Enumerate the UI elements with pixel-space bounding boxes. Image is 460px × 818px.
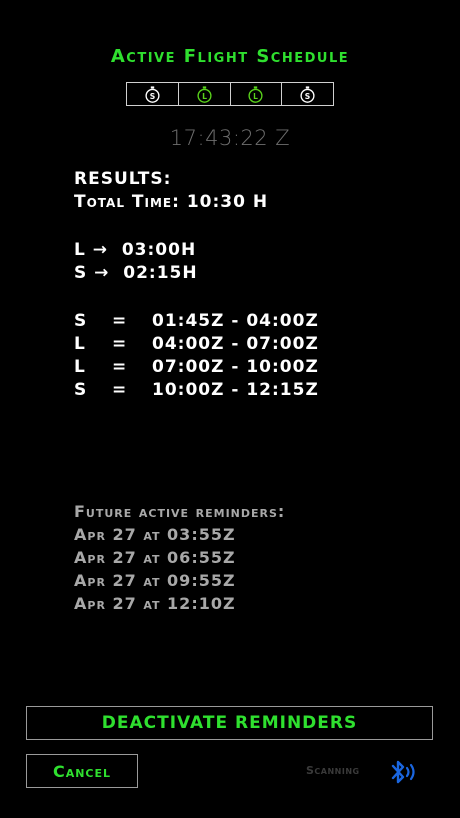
summary-long: L → 03:00H [74, 240, 197, 260]
reminder-item: Apr 27 at 06:55Z [74, 548, 236, 567]
segment-range: 07:00Z - 10:00Z [152, 357, 319, 377]
reminder-item: Apr 27 at 03:55Z [74, 525, 236, 544]
stopwatch-short-icon: S [300, 85, 315, 103]
segment-row: S = 10:00Z - 12:15Z [74, 379, 319, 402]
segment-eq: = [112, 334, 128, 354]
scanning-status: Scanning [306, 764, 360, 777]
results-panel: RESULTS: Total Time: 10:30 H L → 03:00H … [74, 168, 319, 402]
segment-type: S [74, 311, 88, 331]
segment-row: L = 07:00Z - 10:00Z [74, 356, 319, 379]
leg-cell: S [127, 83, 179, 105]
segment-eq: = [112, 380, 128, 400]
leg-letter: L [202, 91, 207, 100]
segment-type: S [74, 380, 88, 400]
leg-cell: L [179, 83, 231, 105]
segment-row: S = 01:45Z - 04:00Z [74, 310, 319, 333]
total-time: Total Time: 10:30 H [74, 192, 269, 212]
segment-range: 10:00Z - 12:15Z [152, 380, 319, 400]
segment-type: L [74, 334, 86, 354]
zulu-clock: 17:43:22 Z [169, 126, 291, 150]
segment-range: 01:45Z - 04:00Z [152, 311, 319, 331]
reminder-item: Apr 27 at 09:55Z [74, 571, 236, 590]
deactivate-reminders-button[interactable]: DEACTIVATE REMINDERS [26, 706, 433, 740]
page-title: Active Flight Schedule [110, 46, 350, 67]
reminders-panel: Future active reminders: Apr 27 at 03:55… [74, 500, 285, 615]
segment-range: 04:00Z - 07:00Z [152, 334, 319, 354]
bluetooth-icon[interactable] [386, 757, 420, 787]
segment-type: L [74, 357, 86, 377]
leg-letter: S [150, 91, 156, 100]
segment-eq: = [112, 357, 128, 377]
stopwatch-short-icon: S [145, 85, 160, 103]
leg-cell: L [231, 83, 283, 105]
flight-legs-bar: S L L S [126, 82, 334, 106]
leg-letter: L [253, 91, 258, 100]
stopwatch-long-icon: L [197, 85, 212, 103]
reminder-item: Apr 27 at 12:10Z [74, 594, 236, 613]
summary-short: S → 02:15H [74, 263, 198, 283]
segment-row: L = 04:00Z - 07:00Z [74, 333, 319, 356]
results-heading: RESULTS: [74, 169, 172, 189]
leg-cell: S [282, 83, 333, 105]
leg-letter: S [305, 91, 311, 100]
cancel-button[interactable]: Cancel [26, 754, 138, 788]
stopwatch-long-icon: L [248, 85, 263, 103]
segment-eq: = [112, 311, 128, 331]
reminders-heading: Future active reminders: [74, 502, 286, 521]
